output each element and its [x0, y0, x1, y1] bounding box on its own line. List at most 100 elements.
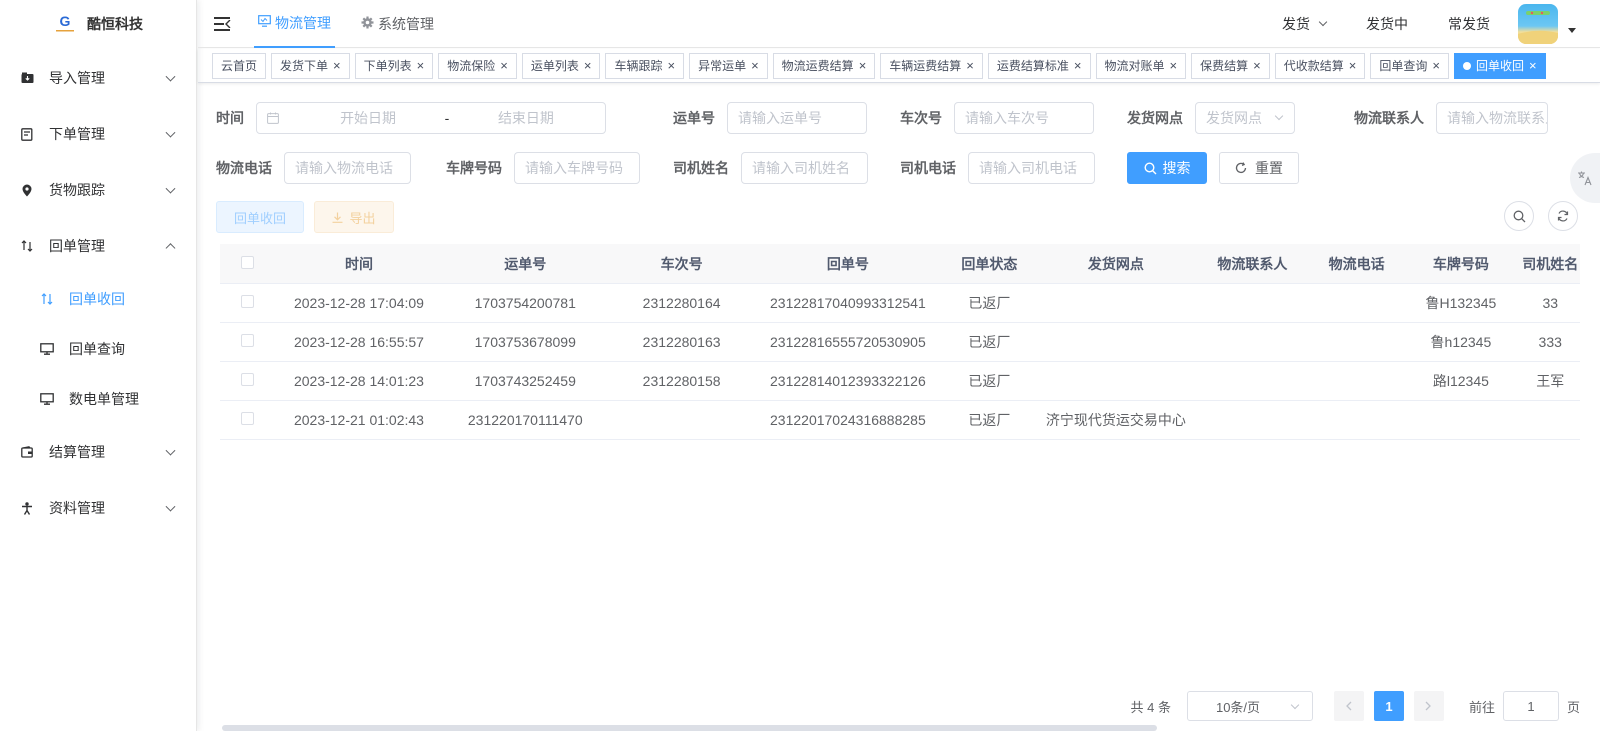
sidebar-item-order[interactable]: 下单管理	[0, 106, 196, 162]
tag-item[interactable]: 车辆跟踪 ×	[605, 52, 685, 79]
close-icon[interactable]: ×	[584, 58, 592, 73]
tab-logistics[interactable]: 物流管理	[254, 0, 335, 48]
tag-item[interactable]: 发货下单 ×	[271, 52, 350, 79]
toggle-search-button[interactable]	[1504, 201, 1534, 231]
table-cell: 鲁h12345	[1430, 334, 1492, 350]
contact-input[interactable]: 请输入物流联系人	[1436, 102, 1548, 134]
translate-float-button[interactable]	[1570, 153, 1600, 203]
close-icon[interactable]: ×	[500, 58, 508, 73]
tag-item[interactable]: 物流保险 ×	[438, 52, 517, 79]
close-icon[interactable]: ×	[667, 58, 675, 73]
sidebar-item-settlement[interactable]: 结算管理	[0, 424, 196, 480]
horizontal-scrollbar[interactable]	[222, 725, 1157, 731]
row-checkbox[interactable]	[240, 412, 254, 425]
filter-driver-phone: 司机电话 请输入司机电话	[900, 152, 1095, 184]
row-checkbox[interactable]	[240, 295, 254, 308]
tag-item[interactable]: 车辆运费结算 ×	[880, 52, 983, 79]
tag-item[interactable]: 云首页	[212, 52, 267, 79]
waybill-input[interactable]: 请输入运单号	[727, 102, 867, 134]
menu-toggle-icon[interactable]	[214, 16, 232, 31]
close-icon[interactable]: ×	[1349, 58, 1357, 73]
search-button-label: 搜索	[1162, 160, 1191, 176]
logo[interactable]: G 酷恒科技	[0, 0, 196, 48]
prev-page-button[interactable]	[1333, 691, 1364, 721]
page-size-select[interactable]: 10条/页	[1186, 691, 1313, 721]
close-icon[interactable]: ×	[1074, 58, 1082, 73]
row-checkbox[interactable]	[240, 334, 254, 347]
select-all-checkbox[interactable]	[240, 255, 254, 269]
date-range-picker[interactable]: 开始日期 - 结束日期	[256, 102, 606, 134]
close-icon[interactable]: ×	[859, 58, 867, 73]
tag-label: 车辆运费结算	[889, 59, 962, 73]
monitor-icon	[40, 392, 54, 406]
plate-input[interactable]: 请输入车牌号码	[514, 152, 640, 184]
next-page-button[interactable]	[1413, 691, 1444, 721]
sidebar-item-receipt[interactable]: 回单管理	[0, 218, 196, 274]
table-cell: 鲁H132345	[1425, 295, 1497, 311]
table-row[interactable]: 2023-12-28 17:04:09 1703754200781 23122801…	[220, 284, 1580, 323]
contact-label: 物流联系人	[1354, 110, 1424, 126]
close-icon[interactable]: ×	[1253, 58, 1261, 73]
sidebar-subitem-receipt-query[interactable]: 回单查询	[0, 324, 196, 374]
recover-receipt-button[interactable]: 回单收回	[216, 201, 304, 233]
tab-system[interactable]: 系统管理	[357, 0, 438, 48]
search-button[interactable]: 搜索	[1127, 152, 1207, 184]
tag-item[interactable]: 异常运单 ×	[689, 52, 768, 79]
close-icon[interactable]: ×	[751, 58, 759, 73]
avatar[interactable]	[1518, 3, 1558, 44]
table-row[interactable]: 2023-12-28 16:55:57 1703753678099 23122801…	[220, 323, 1580, 362]
tag-label: 云首页	[221, 59, 258, 73]
ship-dropdown[interactable]: 发货	[1282, 14, 1328, 34]
close-icon[interactable]: ×	[417, 58, 425, 73]
wallet-icon	[20, 445, 34, 459]
sidebar-item-import[interactable]: 导入管理	[0, 50, 196, 106]
table-cell: 已返厂	[968, 373, 1011, 389]
close-icon[interactable]: ×	[1529, 58, 1537, 73]
driver-input[interactable]: 请输入司机姓名	[741, 152, 868, 184]
table-cell: 2023-12-28 17:04:09	[293, 295, 424, 311]
tag-item[interactable]: 下单列表 ×	[354, 52, 434, 79]
reset-button[interactable]: 重置	[1219, 152, 1299, 184]
trip-input[interactable]: 请输入车次号	[954, 102, 1094, 134]
tag-item[interactable]: 代收款结算 ×	[1274, 52, 1366, 79]
search-icon	[1143, 161, 1157, 175]
chevron-down-icon	[1318, 17, 1328, 26]
table-row[interactable]: 2023-12-21 01:02:43 231220170111470 231220…	[220, 401, 1580, 440]
tag-item[interactable]: 保费结算 ×	[1191, 52, 1270, 79]
tag-item[interactable]: 回单查询 ×	[1370, 52, 1449, 79]
refresh-table-button[interactable]	[1548, 201, 1578, 231]
close-icon[interactable]: ×	[1170, 58, 1178, 73]
frequent-ship-link[interactable]: 常发货	[1448, 14, 1490, 34]
driver-phone-input[interactable]: 请输入司机电话	[968, 152, 1095, 184]
close-icon[interactable]: ×	[333, 58, 341, 73]
tag-item[interactable]: 回单收回 ×	[1453, 52, 1546, 79]
tag-item[interactable]: 运费结算标准 ×	[987, 52, 1091, 79]
page-number-current[interactable]: 1	[1373, 691, 1404, 721]
table-row[interactable]: 2023-12-28 14:01:23 1703743252459 23122801…	[220, 362, 1580, 401]
export-button[interactable]: 导出	[314, 201, 394, 233]
phone-input[interactable]: 请输入物流电话	[284, 152, 411, 184]
shipping-link[interactable]: 发货中	[1366, 14, 1408, 34]
close-icon[interactable]: ×	[1432, 58, 1440, 73]
tag-item[interactable]: 运单列表 ×	[521, 52, 601, 79]
table-cell: 已返厂	[968, 295, 1011, 311]
sidebar-subitem-receipt-recover[interactable]: 回单收回	[0, 274, 196, 324]
top-header: 物流管理 系统管理 发货 发货中 常发货	[198, 0, 1600, 48]
tag-item[interactable]: 物流对账单 ×	[1095, 52, 1187, 79]
sidebar-subitem-e-receipt[interactable]: 数电单管理	[0, 374, 196, 424]
refresh-icon	[1235, 162, 1247, 174]
branch-select[interactable]: 发货网点	[1195, 102, 1295, 134]
recover-receipt-label: 回单收回	[233, 210, 286, 226]
goto-page-input[interactable]: 1	[1502, 691, 1559, 721]
table-cell: 济宁现代货运交易中心	[1045, 412, 1186, 428]
start-date-input[interactable]: 开始日期	[299, 108, 437, 128]
row-checkbox[interactable]	[240, 373, 254, 386]
tag-label: 物流保险	[447, 59, 496, 73]
tag-item[interactable]: 物流运费结算 ×	[772, 52, 876, 79]
sidebar-item-tracking[interactable]: 货物跟踪	[0, 162, 196, 218]
close-icon[interactable]: ×	[966, 58, 974, 73]
sidebar-item-data[interactable]: 资料管理	[0, 480, 196, 536]
end-date-input[interactable]: 结束日期	[457, 108, 595, 128]
pagination-total: 共 4 条	[1130, 699, 1171, 715]
caret-down-icon[interactable]	[1568, 28, 1576, 33]
